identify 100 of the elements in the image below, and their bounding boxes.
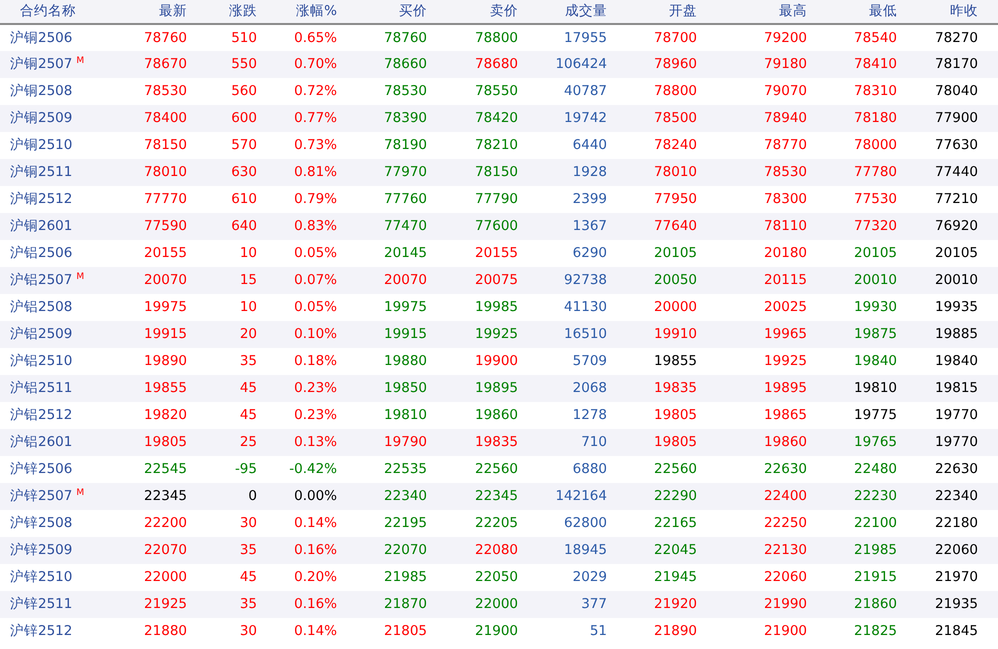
table-cell: 19810 [815,375,905,402]
table-cell: 1928 [526,159,615,186]
table-cell: 30 [195,510,265,537]
table-cell: 22345 [435,483,526,510]
table-cell: 19742 [526,105,615,132]
table-cell: 22195 [345,510,435,537]
table-cell: 2399 [526,186,615,213]
contract-name: 沪铜2506 [0,24,110,51]
table-cell: 22340 [345,483,435,510]
column-header[interactable]: 涨跌 [195,0,265,24]
table-cell: 77760 [345,186,435,213]
table-cell: 78530 [345,78,435,105]
table-cell: 22535 [345,456,435,483]
table-cell: 77780 [815,159,905,186]
table-cell: 0.23% [265,375,345,402]
table-cell: 78000 [815,132,905,159]
table-cell: 15 [195,267,265,294]
table-cell: 22070 [110,537,195,564]
table-cell: 22400 [705,483,815,510]
table-cell: 0.77% [265,105,345,132]
table-cell: 78400 [110,105,195,132]
table-cell: 22545 [110,456,195,483]
column-header[interactable]: 昨收 [905,0,998,24]
table-cell: 19810 [345,402,435,429]
table-cell: 78300 [705,186,815,213]
table-cell: 78150 [435,159,526,186]
main-contract-tag: M [76,56,84,66]
table-cell: 78170 [905,51,998,78]
table-cell: 19975 [110,294,195,321]
table-cell: 19985 [435,294,526,321]
table-cell: 0.18% [265,348,345,375]
table-cell: 78390 [345,105,435,132]
table-cell: 22560 [435,456,526,483]
column-header[interactable]: 最低 [815,0,905,24]
contract-name: 沪铜2510 [0,132,110,159]
column-header[interactable]: 最高 [705,0,815,24]
table-cell: 22345 [110,483,195,510]
table-cell: 19855 [615,348,705,375]
table-cell: 19935 [905,294,998,321]
table-cell: -95 [195,456,265,483]
table-cell: 20155 [110,240,195,267]
table-cell: 77210 [905,186,998,213]
column-header[interactable]: 卖价 [435,0,526,24]
table-cell: 22230 [815,483,905,510]
table-cell: 19860 [705,429,815,456]
table-cell: 77470 [345,213,435,240]
table-cell: 78760 [345,24,435,51]
table-cell: 22045 [615,537,705,564]
table-cell: 19930 [815,294,905,321]
table-cell: 19815 [905,375,998,402]
table-cell: 19890 [110,348,195,375]
table-cell: 19925 [435,321,526,348]
contract-name: 沪锌2506 [0,456,110,483]
contract-name: 沪铜2509 [0,105,110,132]
table-cell: 0.14% [265,510,345,537]
column-header[interactable]: 合约名称 [0,0,110,24]
table-cell: 20010 [815,267,905,294]
table-cell: 78800 [435,24,526,51]
table-cell: 0 [195,483,265,510]
table-cell: 78180 [815,105,905,132]
table-cell: 40787 [526,78,615,105]
column-header[interactable]: 最新 [110,0,195,24]
table-cell: 77950 [615,186,705,213]
table-cell: 21970 [905,564,998,591]
table-cell: 19835 [435,429,526,456]
table-cell: 377 [526,591,615,618]
table-cell: 78010 [615,159,705,186]
contract-name: 沪铜2507 [10,56,72,72]
table-cell: 510 [195,24,265,51]
column-header[interactable]: 买价 [345,0,435,24]
table-cell: 77640 [615,213,705,240]
table-cell: 78670 [110,51,195,78]
main-contract-tag: M [76,272,84,282]
table-cell: 21985 [815,537,905,564]
table-cell: 19880 [345,348,435,375]
table-cell: 78150 [110,132,195,159]
table-cell: 20155 [435,240,526,267]
column-header[interactable]: 开盘 [615,0,705,24]
table-cell: 77970 [345,159,435,186]
table-cell: 0.79% [265,186,345,213]
table-cell: 19770 [905,402,998,429]
contract-name: 沪锌2509 [0,537,110,564]
main-contract-tag: M [76,488,84,498]
contract-name: 沪锌2507 [10,488,72,504]
table-cell: 18945 [526,537,615,564]
table-cell: 78010 [110,159,195,186]
column-header[interactable]: 成交量 [526,0,615,24]
table-cell: 22200 [110,510,195,537]
table-cell: 6440 [526,132,615,159]
table-cell: 21805 [345,618,435,645]
table-cell: 41130 [526,294,615,321]
table-cell: 19835 [615,375,705,402]
table-cell: 0.81% [265,159,345,186]
table-cell: 710 [526,429,615,456]
table-cell: 21890 [615,618,705,645]
contract-name: 沪锌2511 [0,591,110,618]
table-cell: 22630 [905,456,998,483]
table-cell: 78530 [705,159,815,186]
contract-name: 沪铝2509 [0,321,110,348]
column-header[interactable]: 涨幅% [265,0,345,24]
